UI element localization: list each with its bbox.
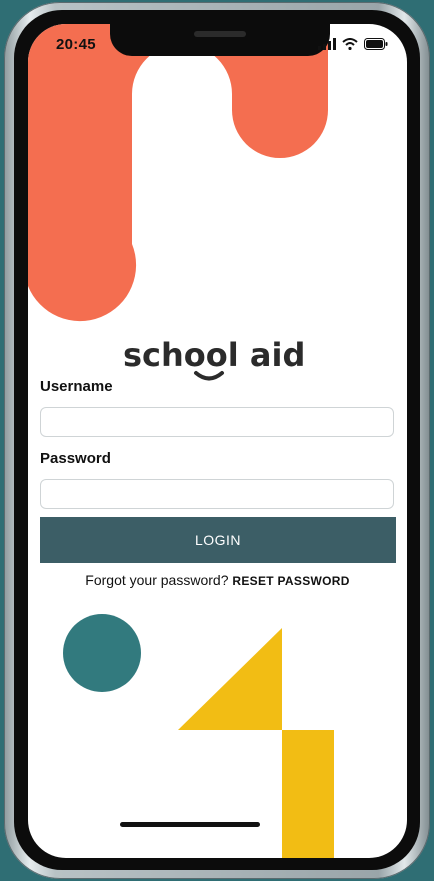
signal-icon (318, 38, 336, 50)
forgot-password-row: Forgot your password? RESET PASSWORD (28, 572, 407, 588)
coral-decoration (28, 24, 328, 322)
reset-password-link[interactable]: RESET PASSWORD (232, 574, 349, 588)
status-icons (318, 38, 388, 50)
brand-logo-text: school aid (123, 336, 305, 374)
status-time: 20:45 (56, 36, 96, 53)
username-label: Username (40, 378, 113, 395)
battery-icon (364, 38, 388, 50)
brand-logo-mark: school aid (123, 336, 305, 381)
home-indicator (120, 822, 260, 827)
speaker-grille (194, 31, 246, 37)
phone-notch (110, 24, 330, 56)
wifi-icon (342, 38, 358, 50)
login-button[interactable]: LOGIN (40, 517, 396, 563)
password-input[interactable] (40, 479, 394, 509)
password-label: Password (40, 450, 111, 467)
forgot-password-text: Forgot your password? (85, 572, 229, 588)
username-input[interactable] (40, 407, 394, 437)
app-screen: school aid Username Password LOGIN Forgo… (28, 24, 407, 858)
